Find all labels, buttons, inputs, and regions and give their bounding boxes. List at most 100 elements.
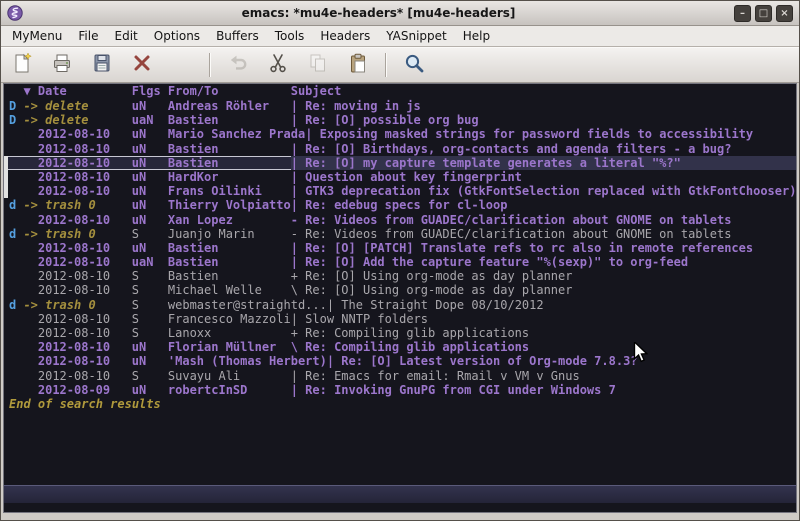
message-row[interactable]: 2012-08-10SLanoxx+ Re: Compiling glib ap… bbox=[4, 326, 796, 340]
message-row[interactable]: 2012-08-10uN'Mash (Thomas Herbert)| Re: … bbox=[4, 354, 796, 368]
menu-mymenu[interactable]: MyMenu bbox=[4, 27, 70, 45]
mark-cell: d bbox=[9, 298, 23, 312]
paste-icon bbox=[347, 52, 369, 78]
flags-cell: S bbox=[132, 312, 168, 326]
message-row[interactable]: 2012-08-10uNBastien| Re: [O] Birthdays, … bbox=[4, 142, 796, 156]
from-cell: Bastien bbox=[168, 142, 291, 156]
menu-tools[interactable]: Tools bbox=[267, 27, 313, 45]
menu-edit[interactable]: Edit bbox=[107, 27, 146, 45]
column-header-from[interactable]: From/To bbox=[168, 84, 291, 99]
flags-cell: uN bbox=[132, 383, 168, 397]
emacs-window: emacs: *mu4e-headers* [mu4e-headers] – □… bbox=[0, 0, 800, 521]
subject-cell: | Slow NNTP folders bbox=[291, 312, 796, 326]
menu-headers[interactable]: Headers bbox=[312, 27, 378, 45]
message-row[interactable]: d-> trash 0uNThierry Volpiatto| Re: edeb… bbox=[4, 198, 796, 212]
message-row[interactable]: 2012-08-10SFrancesco Mazzoli| Slow NNTP … bbox=[4, 312, 796, 326]
maximize-button[interactable]: □ bbox=[755, 5, 772, 22]
search-icon bbox=[403, 52, 425, 78]
from-cell: Mario Sanchez Prada bbox=[168, 127, 305, 141]
message-row[interactable]: 2012-08-10uNFrans Oilinki| GTK3 deprecat… bbox=[4, 184, 796, 198]
date-cell: 2012-08-09 bbox=[23, 383, 131, 397]
from-cell: Bastien bbox=[168, 156, 291, 170]
date-cell: 2012-08-10 bbox=[23, 354, 131, 368]
subject-cell: + Re: [O] Using org-mode as day planner bbox=[291, 269, 796, 283]
menu-file[interactable]: File bbox=[70, 27, 106, 45]
subject-cell: | Re: [O] Birthdays, org-contacts and ag… bbox=[291, 142, 796, 156]
from-cell: robertcInSD bbox=[168, 383, 291, 397]
mark-cell bbox=[9, 213, 23, 227]
flags-cell: uN bbox=[132, 99, 168, 113]
mode-line[interactable]: *mu4e-headers* ( 5, 0) [All/2.0k] [mu4e-… bbox=[4, 485, 796, 503]
subject-cell: | The Straight Dope 08/10/2012 bbox=[327, 298, 796, 312]
print-button[interactable] bbox=[49, 52, 75, 78]
message-row[interactable]: D-> deleteuNAndreas Röhler| Re: moving i… bbox=[4, 99, 796, 113]
flags-cell: uN bbox=[132, 156, 168, 170]
buffer-empty-space bbox=[4, 411, 796, 485]
message-row[interactable]: 2012-08-10uNBastien| Re: [O] [PATCH] Tra… bbox=[4, 241, 796, 255]
save-button[interactable] bbox=[89, 52, 115, 78]
mark-cell bbox=[9, 156, 23, 170]
from-cell: HardKor bbox=[168, 170, 291, 184]
subject-cell: | Re: [O] Add the capture feature "%(sex… bbox=[291, 255, 796, 269]
close-button[interactable]: × bbox=[776, 5, 793, 22]
date-cell: 2012-08-10 bbox=[23, 283, 131, 297]
message-row[interactable]: d-> trash 0SJuanjo Marin- Re: Videos fro… bbox=[4, 227, 796, 241]
mark-cell bbox=[9, 383, 23, 397]
new-file-button[interactable] bbox=[9, 52, 35, 78]
flags-cell: uN bbox=[132, 241, 168, 255]
from-cell: Juanjo Marin bbox=[168, 227, 291, 241]
message-row[interactable]: d-> trash 0Swebmaster@straightd...| The … bbox=[4, 298, 796, 312]
message-row[interactable]: 2012-08-10uaNBastien| Re: [O] Add the ca… bbox=[4, 255, 796, 269]
message-row[interactable]: 2012-08-10uNMario Sanchez Prada| Exposin… bbox=[4, 127, 796, 141]
message-row[interactable]: 2012-08-09uNrobertcInSD| Re: Invoking Gn… bbox=[4, 383, 796, 397]
header-mark-spacer bbox=[9, 84, 23, 99]
subject-cell: | Re: [O] my capture template generates … bbox=[291, 156, 796, 170]
menu-options[interactable]: Options bbox=[146, 27, 208, 45]
subject-cell: | GTK3 deprecation fix (GtkFontSelection… bbox=[291, 184, 796, 198]
subject-cell: | Re: [O] possible org bug bbox=[291, 113, 796, 127]
message-list: D-> deleteuNAndreas Röhler| Re: moving i… bbox=[4, 99, 796, 397]
window-controls: – □ × bbox=[734, 5, 793, 22]
close-buffer-button[interactable] bbox=[129, 52, 155, 78]
close-buffer-icon bbox=[131, 52, 153, 78]
mark-cell bbox=[9, 184, 23, 198]
message-row[interactable]: 2012-08-10uNBastien| Re: [O] my capture … bbox=[4, 156, 796, 170]
subject-cell: - Re: Videos from GUADEC/clarification a… bbox=[291, 213, 796, 227]
column-header-date[interactable]: ▼ Date bbox=[23, 84, 131, 99]
date-cell: 2012-08-10 bbox=[23, 127, 131, 141]
message-row[interactable]: 2012-08-10uNXan Lopez- Re: Videos from G… bbox=[4, 213, 796, 227]
message-row[interactable]: 2012-08-10SSuvayu Ali| Re: Emacs for ema… bbox=[4, 369, 796, 383]
date-cell: 2012-08-10 bbox=[23, 312, 131, 326]
date-cell: 2012-08-10 bbox=[23, 213, 131, 227]
message-row[interactable]: D-> deleteuaNBastien| Re: [O] possible o… bbox=[4, 113, 796, 127]
date-cell: 2012-08-10 bbox=[23, 184, 131, 198]
flags-cell: S bbox=[132, 326, 168, 340]
minibuffer[interactable] bbox=[4, 503, 796, 512]
message-row[interactable]: 2012-08-10uNHardKor| Question about key … bbox=[4, 170, 796, 184]
menu-help[interactable]: Help bbox=[455, 27, 498, 45]
paste-button[interactable] bbox=[345, 52, 371, 78]
subject-cell: - Re: Videos from GUADEC/clarification a… bbox=[291, 227, 796, 241]
title-bar[interactable]: emacs: *mu4e-headers* [mu4e-headers] – □… bbox=[1, 1, 799, 26]
menu-yasnippet[interactable]: YASnippet bbox=[378, 27, 455, 45]
copy-button[interactable] bbox=[305, 52, 331, 78]
mark-cell bbox=[9, 326, 23, 340]
scrollbar-thumb[interactable] bbox=[4, 156, 8, 198]
minimize-button[interactable]: – bbox=[734, 5, 751, 22]
menu-buffers[interactable]: Buffers bbox=[208, 27, 267, 45]
mark-cell: d bbox=[9, 227, 23, 241]
message-row[interactable]: 2012-08-10SMichael Welle\ Re: [O] Using … bbox=[4, 283, 796, 297]
menu-bar: MyMenuFileEditOptionsBuffersToolsHeaders… bbox=[1, 26, 799, 47]
date-cell: 2012-08-10 bbox=[23, 326, 131, 340]
column-header-flags[interactable]: Flgs bbox=[132, 84, 168, 99]
flags-cell: S bbox=[132, 298, 168, 312]
cut-icon bbox=[267, 52, 289, 78]
column-header-subject[interactable]: Subject bbox=[291, 84, 796, 99]
message-row[interactable]: 2012-08-10SBastien+ Re: [O] Using org-mo… bbox=[4, 269, 796, 283]
tool-bar bbox=[1, 47, 799, 83]
message-row[interactable]: 2012-08-10uNFlorian Müllner\ Re: Compili… bbox=[4, 340, 796, 354]
undo-button[interactable] bbox=[225, 52, 251, 78]
mark-cell bbox=[9, 170, 23, 184]
search-button[interactable] bbox=[401, 52, 427, 78]
cut-button[interactable] bbox=[265, 52, 291, 78]
